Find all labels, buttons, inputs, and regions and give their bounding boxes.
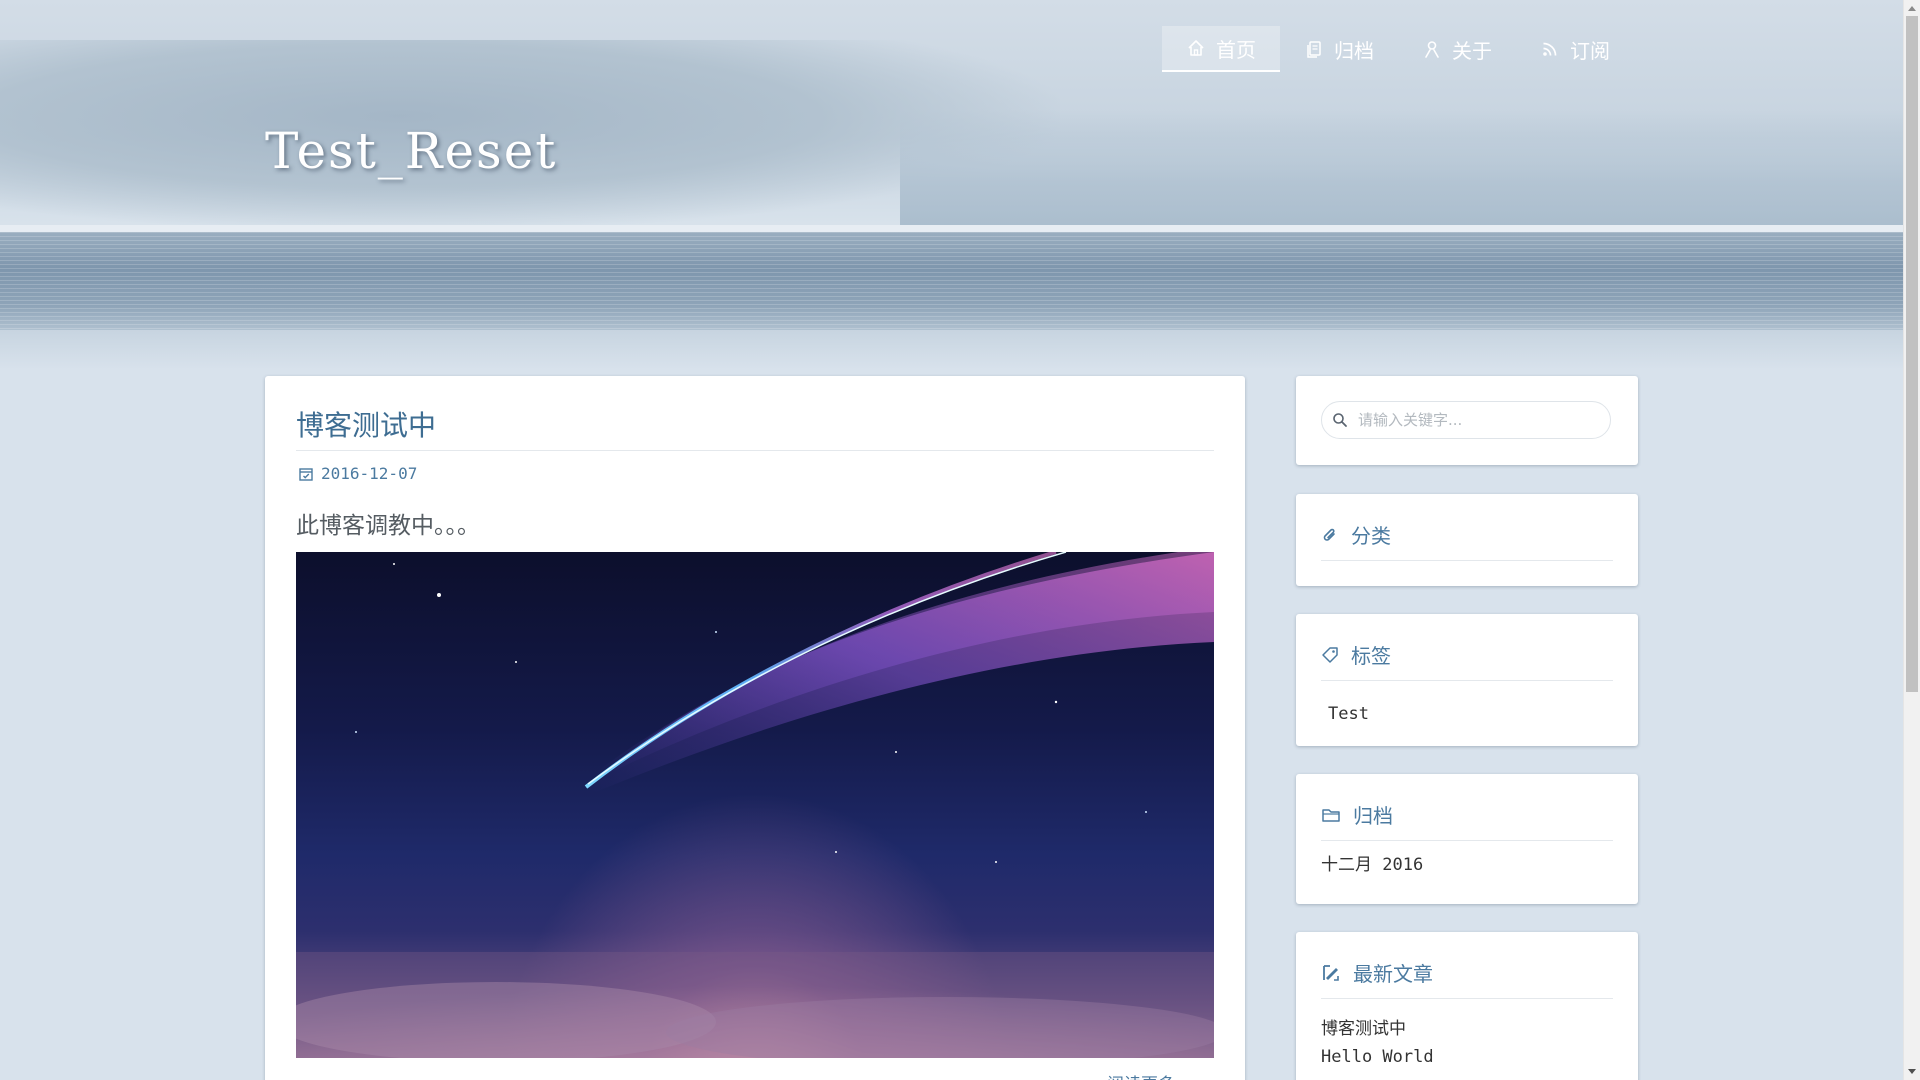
page: Test_Reset 首页 归档 关于 订阅 博客测试中 2016-12-07 … <box>0 0 1920 1080</box>
post-meta: 2016-12-07 <box>298 464 417 483</box>
scroll-down-icon <box>1908 1069 1916 1074</box>
categories-widget: 分类 <box>1296 494 1638 586</box>
nav-item-rss[interactable]: 订阅 <box>1516 26 1634 72</box>
paperclip-icon <box>1323 528 1335 541</box>
tags-widget: 标签 Test <box>1296 614 1638 746</box>
post-divider <box>296 450 1214 451</box>
nav-item-label: 订阅 <box>1570 38 1610 63</box>
rss-icon <box>1543 42 1557 56</box>
nav-item-archive[interactable]: 归档 <box>1280 26 1398 72</box>
categories-divider <box>1321 560 1613 561</box>
nav-item-home[interactable]: 首页 <box>1162 26 1280 72</box>
post-card: 博客测试中 2016-12-07 此博客调教中。。。 <box>265 376 1245 1080</box>
banner-mountain-far <box>900 110 1903 230</box>
site-title[interactable]: Test_Reset <box>265 122 557 180</box>
user-icon <box>1425 41 1439 58</box>
recent-posts-header: 最新文章 <box>1321 958 1433 987</box>
scroll-up-arrow[interactable] <box>1904 0 1920 16</box>
archives-divider <box>1321 840 1613 841</box>
comet-illustration <box>296 552 1214 1058</box>
archives-widget: 归档 十二月 2016 <box>1296 774 1638 904</box>
main-nav: 首页 归档 关于 订阅 <box>1162 26 1634 72</box>
categories-title: 分类 <box>1351 524 1391 548</box>
read-more-link[interactable]: 阅读更多 » <box>1107 1070 1191 1080</box>
recent-posts-divider <box>1321 998 1613 999</box>
nav-item-about[interactable]: 关于 <box>1398 26 1516 72</box>
recent-posts-widget: 最新文章 博客测试中 Hello World <box>1296 932 1638 1080</box>
nav-item-label: 归档 <box>1334 38 1374 63</box>
home-icon <box>1188 40 1204 56</box>
post-date: 2016-12-07 <box>321 464 418 483</box>
post-excerpt: 此博客调教中。。。 <box>296 513 480 539</box>
tag-icon <box>1322 646 1338 663</box>
archives-title: 归档 <box>1353 804 1393 828</box>
vertical-scrollbar[interactable] <box>1903 0 1920 1080</box>
scroll-down-arrow[interactable] <box>1904 1064 1920 1080</box>
search-widget <box>1296 376 1638 465</box>
categories-header: 分类 <box>1321 520 1391 549</box>
calendar-icon <box>299 467 313 481</box>
tags-title: 标签 <box>1351 644 1391 668</box>
post-title[interactable]: 博客测试中 <box>296 404 436 444</box>
scroll-up-icon <box>1908 6 1916 11</box>
search-icon <box>1333 413 1347 427</box>
post-image[interactable] <box>296 552 1214 1058</box>
nav-item-label: 关于 <box>1452 38 1492 63</box>
archive-icon <box>1307 41 1321 58</box>
nav-item-label: 首页 <box>1216 37 1256 62</box>
tag-item[interactable]: Test <box>1328 704 1369 724</box>
archives-header: 归档 <box>1321 800 1393 829</box>
archive-item[interactable]: 十二月 2016 <box>1321 850 1423 875</box>
edit-icon <box>1323 964 1339 981</box>
scroll-thumb[interactable] <box>1906 16 1918 692</box>
banner-shore <box>0 330 1903 370</box>
recent-posts-title: 最新文章 <box>1353 962 1433 986</box>
folder-icon <box>1322 808 1340 822</box>
header-banner: Test_Reset 首页 归档 关于 订阅 <box>0 0 1903 370</box>
search-box[interactable] <box>1321 401 1611 439</box>
recent-post-item[interactable]: Hello World <box>1321 1047 1434 1067</box>
tags-divider <box>1321 680 1613 681</box>
banner-sea <box>0 232 1903 337</box>
search-input[interactable] <box>1356 410 1600 430</box>
tags-header: 标签 <box>1321 640 1391 669</box>
recent-post-item[interactable]: 博客测试中 <box>1321 1014 1406 1039</box>
